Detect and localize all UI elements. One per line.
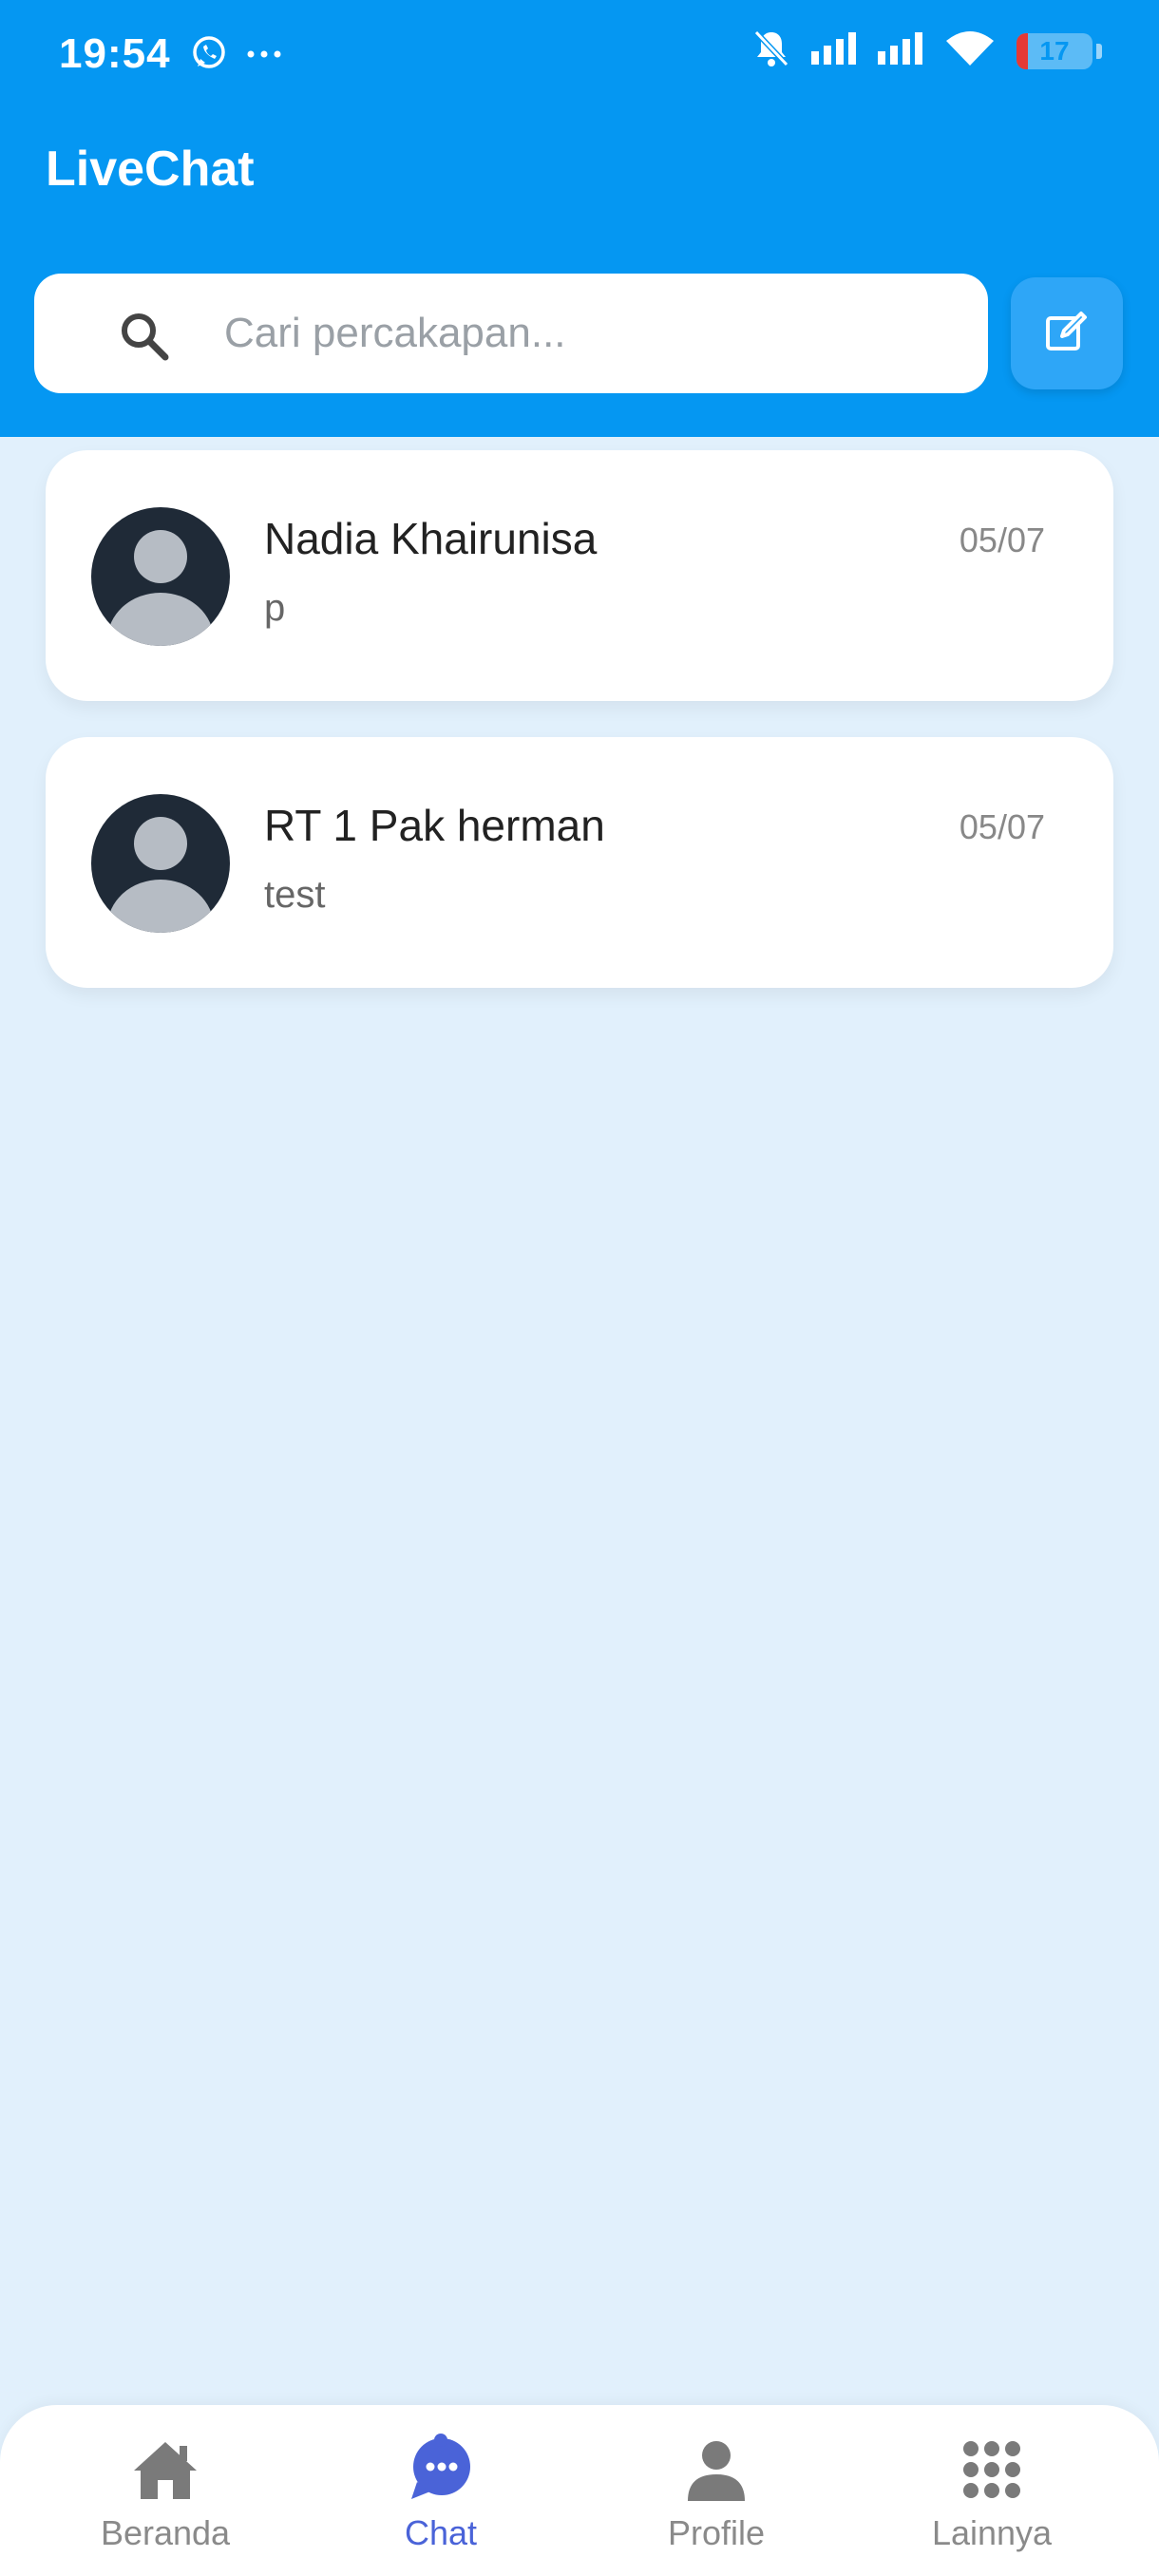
- battery-level: 17: [1039, 35, 1070, 66]
- grid-dots-icon: [961, 2434, 1022, 2506]
- chat-last-message: test: [264, 874, 326, 916]
- nav-item-chat[interactable]: Chat: [317, 2434, 564, 2576]
- compose-icon: [1043, 308, 1091, 360]
- chat-date: 05/07: [959, 807, 1045, 846]
- chat-last-message: p: [264, 587, 286, 629]
- nav-label: Beranda: [100, 2513, 231, 2552]
- nav-item-beranda[interactable]: Beranda: [42, 2434, 289, 2576]
- bottom-navigation: Beranda Chat Profile Lainnya: [0, 2405, 1159, 2576]
- chat-contact-name: Nadia Khairunisa: [264, 514, 598, 563]
- more-dots-icon: [245, 47, 283, 65]
- chat-contact-name: RT 1 Pak herman: [264, 801, 605, 850]
- avatar: [91, 507, 230, 646]
- whatsapp-icon: [190, 34, 228, 77]
- nav-item-profile[interactable]: Profile: [593, 2434, 840, 2576]
- search-icon: [118, 310, 171, 368]
- signal-icon: [811, 32, 857, 69]
- avatar: [91, 794, 230, 933]
- app-header: 19:54 17 LiveChat Cari percakapan...: [0, 0, 1159, 437]
- nav-label: Profile: [667, 2513, 766, 2552]
- page-title: LiveChat: [46, 142, 255, 197]
- bell-off-icon: [752, 28, 790, 73]
- battery-icon: 17: [1016, 32, 1092, 69]
- nav-item-lainnya[interactable]: Lainnya: [868, 2434, 1115, 2576]
- chat-list-item[interactable]: Nadia Khairunisa p 05/07: [46, 450, 1113, 701]
- status-bar: 19:54 17: [0, 0, 1159, 114]
- search-bar[interactable]: [34, 274, 988, 393]
- new-chat-button[interactable]: [1011, 277, 1123, 389]
- nav-label: Lainnya: [931, 2513, 1053, 2552]
- signal-icon: [878, 32, 923, 69]
- nav-label: Chat: [404, 2513, 478, 2552]
- home-icon: [132, 2434, 199, 2506]
- status-time: 19:54: [59, 30, 171, 77]
- active-indicator: [434, 2434, 447, 2447]
- search-input[interactable]: [224, 300, 946, 367]
- chat-date: 05/07: [959, 521, 1045, 559]
- wifi-icon: [944, 29, 996, 72]
- livechat-screen: 19:54 17 LiveChat Cari percakapan... Nad…: [0, 0, 1159, 2576]
- person-icon: [685, 2434, 748, 2506]
- chat-list-item[interactable]: RT 1 Pak herman test 05/07: [46, 737, 1113, 988]
